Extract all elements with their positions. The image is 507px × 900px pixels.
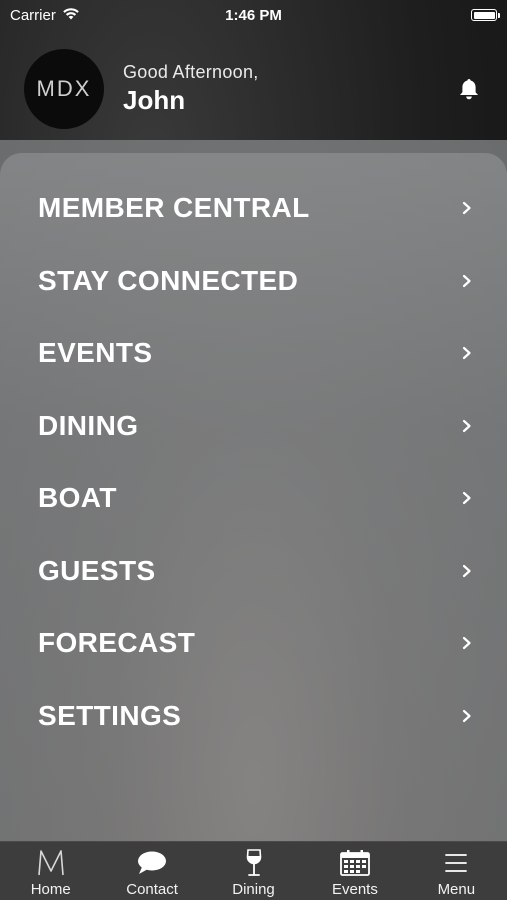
wifi-icon xyxy=(62,7,80,24)
wine-glass-icon xyxy=(244,848,264,878)
menu-item-label: BOAT xyxy=(38,482,117,514)
tab-bar: Home Contact Dining Events Menu xyxy=(0,841,507,900)
calendar-icon xyxy=(339,848,371,878)
menu-item-label: SETTINGS xyxy=(38,699,182,731)
menu-item-label: EVENTS xyxy=(38,337,153,369)
menu-panel: MEMBER CENTRAL STAY CONNECTED EVENTS DIN… xyxy=(0,153,507,841)
chat-bubble-icon xyxy=(136,848,168,878)
status-left: Carrier xyxy=(10,7,80,24)
menu-item-settings[interactable]: SETTINGS xyxy=(0,680,507,753)
carrier-label: Carrier xyxy=(10,6,56,24)
menu-item-boat[interactable]: BOAT xyxy=(0,462,507,535)
menu-item-forecast[interactable]: FORECAST xyxy=(0,607,507,680)
hamburger-icon xyxy=(444,848,468,878)
menu-list: MEMBER CENTRAL STAY CONNECTED EVENTS DIN… xyxy=(0,172,507,752)
header: MDX Good Afternoon, John xyxy=(24,48,483,130)
chevron-right-icon xyxy=(462,202,471,215)
tab-home[interactable]: Home xyxy=(0,842,101,900)
m-logo-icon xyxy=(36,848,66,878)
tab-label: Contact xyxy=(126,881,178,898)
menu-item-dining[interactable]: DINING xyxy=(0,390,507,463)
menu-item-label: STAY CONNECTED xyxy=(38,264,299,296)
greeting-text: Good Afternoon, xyxy=(123,62,259,82)
chevron-right-icon xyxy=(462,492,471,505)
chevron-right-icon xyxy=(462,347,471,360)
tab-label: Dining xyxy=(232,881,275,898)
battery-level xyxy=(473,11,495,19)
chevron-right-icon xyxy=(462,419,471,432)
menu-item-label: FORECAST xyxy=(38,627,196,659)
tab-contact[interactable]: Contact xyxy=(101,842,202,900)
menu-item-guests[interactable]: GUESTS xyxy=(0,535,507,608)
user-name: John xyxy=(123,85,186,115)
chevron-right-icon xyxy=(462,637,471,650)
menu-item-label: DINING xyxy=(38,409,139,441)
tab-dining[interactable]: Dining xyxy=(203,842,304,900)
chevron-right-icon xyxy=(462,564,471,577)
chevron-right-icon xyxy=(462,274,471,287)
chevron-right-icon xyxy=(462,709,471,722)
tab-label: Home xyxy=(30,881,71,898)
menu-item-events[interactable]: EVENTS xyxy=(0,317,507,390)
avatar[interactable]: MDX xyxy=(24,49,104,129)
battery-icon xyxy=(471,9,500,21)
tab-label: Events xyxy=(331,881,378,898)
menu-item-member-central[interactable]: MEMBER CENTRAL xyxy=(0,172,507,245)
menu-item-stay-connected[interactable]: STAY CONNECTED xyxy=(0,245,507,318)
bell-icon[interactable] xyxy=(455,75,483,103)
tab-menu[interactable]: Menu xyxy=(406,842,507,900)
tab-events[interactable]: Events xyxy=(304,842,405,900)
menu-item-label: MEMBER CENTRAL xyxy=(38,192,310,224)
greeting: Good Afternoon, John xyxy=(123,62,455,116)
avatar-logo-text: MDX xyxy=(36,76,92,101)
status-bar: Carrier 1:46 PM xyxy=(0,0,507,30)
tab-label: Menu xyxy=(437,881,476,898)
menu-item-label: GUESTS xyxy=(38,554,156,586)
